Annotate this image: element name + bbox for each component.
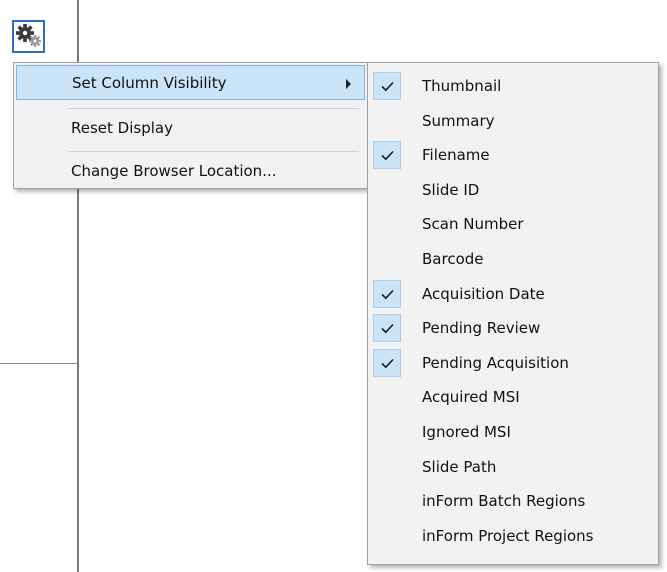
column-option-label: Filename <box>422 146 490 165</box>
menu-item-reset-display[interactable]: Reset Display <box>16 111 365 145</box>
check-icon <box>381 289 394 299</box>
menu-item-label: Change Browser Location... <box>71 162 277 180</box>
menu-item-label: Set Column Visibility <box>72 74 227 92</box>
column-option-inform-batch-regions[interactable]: inForm Batch Regions <box>370 484 656 518</box>
column-option-scan-number[interactable]: Scan Number <box>370 207 656 241</box>
column-option-label: Slide Path <box>422 457 497 476</box>
column-option-label: Ignored MSI <box>422 423 511 441</box>
column-option-slide-path[interactable]: Slide Path <box>370 450 656 484</box>
check-icon <box>381 81 394 92</box>
column-option-label: Thumbnail <box>422 77 502 95</box>
gears-icon <box>16 24 41 47</box>
column-option-slide-id[interactable]: Slide ID <box>370 173 656 207</box>
column-option-label: Acquisition Date <box>422 284 545 303</box>
settings-context-menu: Set Column Visibility Reset Display Chan… <box>13 62 368 189</box>
settings-button[interactable] <box>12 20 45 53</box>
column-option-label: Slide ID <box>422 180 480 199</box>
column-option-thumbnail[interactable]: Thumbnail <box>370 69 656 103</box>
column-option-label: inForm Batch Regions <box>422 492 586 511</box>
menu-separator <box>69 151 359 152</box>
column-visibility-submenu: Thumbnail Summary Filename Slide ID Scan Num… <box>367 62 659 565</box>
checkmark-box <box>373 348 401 377</box>
column-option-label: Scan Number <box>422 215 524 234</box>
column-option-label: inForm Project Regions <box>422 526 594 545</box>
column-option-pending-review[interactable]: Pending Review <box>370 311 656 345</box>
chevron-right-icon <box>346 79 351 89</box>
checkmark-box <box>373 72 401 100</box>
column-option-inform-project-regions[interactable]: inForm Project Regions <box>370 519 656 553</box>
column-option-label: Pending Review <box>422 319 541 338</box>
check-icon <box>381 358 394 369</box>
menu-separator <box>69 108 359 109</box>
check-icon <box>381 324 394 334</box>
app-background: Set Column Visibility Reset Display Chan… <box>0 0 667 572</box>
column-option-acquired-msi[interactable]: Acquired MSI <box>370 380 656 414</box>
menu-item-change-browser-location[interactable]: Change Browser Location... <box>16 154 365 188</box>
menu-item-label: Reset Display <box>71 119 173 137</box>
checkmark-box <box>373 141 401 170</box>
checkmark-box <box>373 314 401 343</box>
column-option-filename[interactable]: Filename <box>370 138 656 172</box>
column-option-label: Acquired MSI <box>422 388 520 407</box>
column-option-pending-acquisition[interactable]: Pending Acquisition <box>370 346 656 380</box>
menu-item-set-column-visibility[interactable]: Set Column Visibility <box>16 65 365 100</box>
column-option-label: Summary <box>422 111 495 130</box>
check-icon <box>381 151 394 161</box>
checkmark-box <box>373 279 401 308</box>
column-option-label: Pending Acquisition <box>422 353 569 372</box>
column-option-label: Barcode <box>422 250 484 268</box>
column-option-ignored-msi[interactable]: Ignored MSI <box>370 415 656 449</box>
column-option-acquisition-date[interactable]: Acquisition Date <box>370 277 656 311</box>
column-option-summary[interactable]: Summary <box>370 104 656 138</box>
column-option-barcode[interactable]: Barcode <box>370 242 656 276</box>
panel-divider-horizontal <box>0 363 77 364</box>
